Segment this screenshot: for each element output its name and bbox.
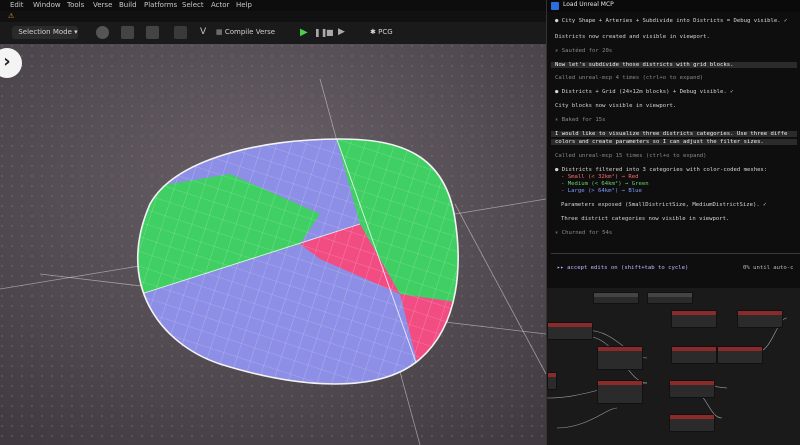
snap-icon[interactable] <box>96 26 109 39</box>
terminal-line: Three district categories now visible in… <box>561 216 730 222</box>
graph-node[interactable] <box>597 346 643 370</box>
transform-icon[interactable] <box>121 26 134 39</box>
pcg-icon: ✱ <box>370 28 379 36</box>
terminal-title: Load Unreal MCP <box>563 1 614 8</box>
menu-verse[interactable]: Verse <box>93 0 112 11</box>
graph-node[interactable] <box>669 380 715 398</box>
menu-window[interactable]: Window <box>33 0 61 11</box>
compile-verse-label: Compile Verse <box>224 28 276 36</box>
terminal-line: ✳ Sautéed for 20s <box>555 48 613 54</box>
menu-bar: Edit Window Tools Verse Build Platforms … <box>0 0 546 11</box>
terminal-line: ✳ Baked for 15s <box>555 117 606 123</box>
graph-node[interactable] <box>593 292 639 304</box>
context-usage-label: 0% until auto-c <box>743 265 794 271</box>
terminal-line: - Medium (< 64km²) → Green <box>561 181 649 187</box>
viewport[interactable] <box>0 44 546 445</box>
graph-node[interactable] <box>547 322 593 340</box>
selection-mode-label: Selection Mode <box>18 28 72 36</box>
terminal-line: Called unreal-mcp 4 times (ctrl+o to exp… <box>555 75 704 81</box>
warning-icon: ⚠ <box>8 12 15 20</box>
terminal-line: ● City Shape + Arteries + Subdivide into… <box>555 18 788 24</box>
terminal[interactable]: ● City Shape + Arteries + Subdivide into… <box>547 12 800 288</box>
play-icon[interactable]: ▶ <box>300 26 313 39</box>
graph-node[interactable] <box>737 310 783 328</box>
terminal-line: ✳ Churned for 54s <box>555 230 613 236</box>
pcg-button[interactable]: ✱ PCG <box>370 26 404 39</box>
menu-actor[interactable]: Actor <box>211 0 229 11</box>
compile-icon: ▦ <box>216 28 225 36</box>
terminal-tab[interactable]: Load Unreal MCP <box>547 0 800 12</box>
terminal-line: City blocks now visible in viewport. <box>555 103 677 109</box>
camera-icon[interactable] <box>146 26 159 39</box>
launch-icon[interactable]: ▶ <box>338 26 351 39</box>
graph-node[interactable] <box>671 310 717 328</box>
terminal-user-message: colors and create parameters so I can ad… <box>551 139 797 145</box>
toolbar: Selection Mode ▾ V ▦ Compile Verse ▶ ❚❚ … <box>0 22 546 45</box>
graph-node[interactable] <box>669 414 715 432</box>
graph-node[interactable] <box>547 372 557 390</box>
side-panel: Load Unreal MCP ● City Shape + Arteries … <box>546 0 800 445</box>
terminal-line: ● Districts + Grid (24×12m blocks) + Deb… <box>555 89 734 95</box>
editor-area: Edit Window Tools Verse Build Platforms … <box>0 0 546 445</box>
chevron-down-icon: ▾ <box>74 28 78 36</box>
menu-platforms[interactable]: Platforms <box>144 0 177 11</box>
grid-icon[interactable] <box>174 26 187 39</box>
terminal-line: - Large (> 64km²) → Blue <box>561 188 642 194</box>
terminal-icon <box>551 2 559 10</box>
terminal-user-message: I would like to visualize three district… <box>551 131 797 137</box>
menu-edit[interactable]: Edit <box>10 0 24 11</box>
menu-select[interactable]: Select <box>182 0 204 11</box>
compile-verse-button[interactable]: ▦ Compile Verse <box>216 26 280 39</box>
node-graph[interactable] <box>547 288 800 445</box>
selection-mode-dropdown[interactable]: Selection Mode ▾ <box>12 26 78 39</box>
terminal-line: Districts now created and visible in vie… <box>555 34 710 40</box>
menu-build[interactable]: Build <box>119 0 137 11</box>
terminal-line: - Small (< 32km²) → Red <box>561 174 639 180</box>
terminal-line: ● Districts filtered into 3 categories w… <box>555 167 768 173</box>
prompt-mode-label: ▸▸ accept edits on (shift+tab to cycle) <box>557 265 689 271</box>
terminal-line: Parameters exposed (SmallDistrictSize, M… <box>561 202 767 208</box>
graph-node[interactable] <box>597 380 643 404</box>
terminal-line: Called unreal-mcp 15 times (ctrl+o to ex… <box>555 153 707 159</box>
menu-help[interactable]: Help <box>236 0 252 11</box>
pcg-label: PCG <box>378 28 393 36</box>
graph-node[interactable] <box>671 346 717 364</box>
menu-tools[interactable]: Tools <box>67 0 84 11</box>
terminal-user-message: Now let's subdivide those districts with… <box>551 62 797 68</box>
graph-node[interactable] <box>647 292 693 304</box>
verse-icon[interactable]: V <box>200 26 213 39</box>
graph-node[interactable] <box>717 346 763 364</box>
